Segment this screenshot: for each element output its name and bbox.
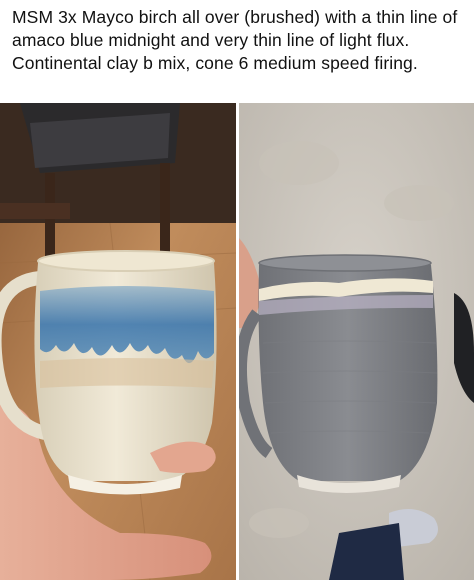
post: MSM 3x Mayco birch all over (brushed) wi… [0,0,474,580]
photo-fired-mug[interactable] [0,103,236,580]
photo-unfired-mug[interactable] [239,103,474,580]
unfired-mug-image [239,103,474,580]
post-caption: MSM 3x Mayco birch all over (brushed) wi… [12,7,458,73]
fired-mug-image [0,103,236,580]
